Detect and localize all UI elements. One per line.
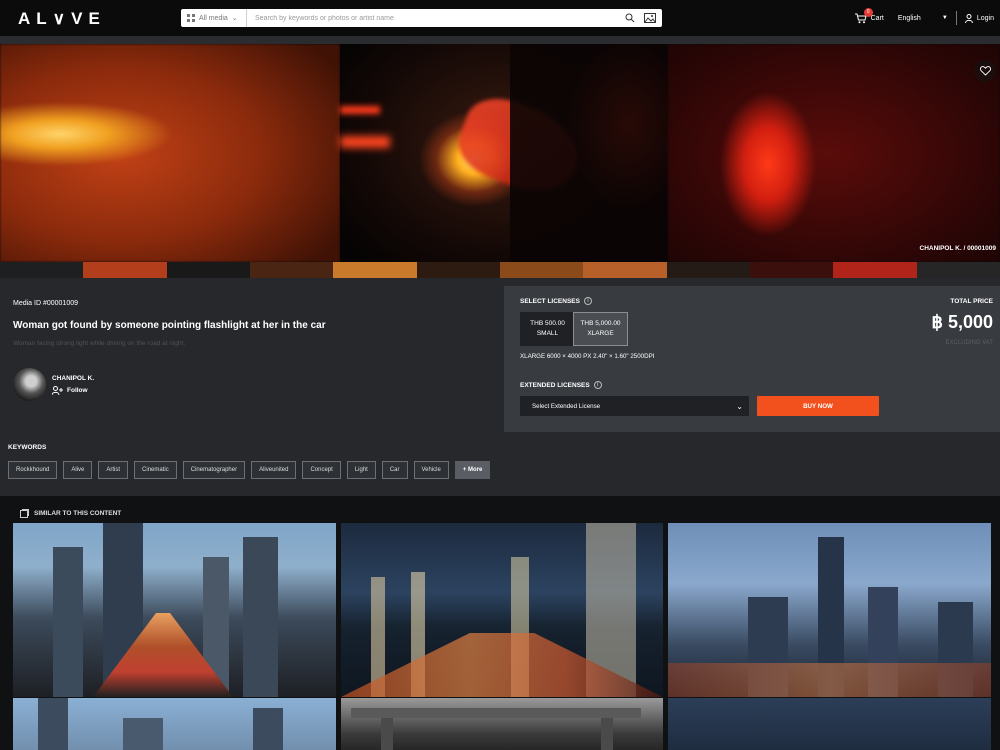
media-title: Woman got found by someone pointing flas… [13, 320, 326, 331]
image-credit: CHANIPOL K. / 00001009 [919, 245, 996, 252]
keyword-tag[interactable]: Light [346, 461, 376, 479]
keyword-tag[interactable]: Aliveunited [251, 461, 297, 479]
extended-license-select[interactable]: Select Extended License ⌄ [520, 396, 749, 416]
similar-thumbnail[interactable] [13, 698, 336, 750]
alive-logo[interactable]: AL∨VE [18, 9, 106, 29]
previous-image-preview[interactable] [0, 44, 340, 262]
search-input[interactable] [247, 9, 622, 27]
keyword-tag[interactable]: Concept [302, 461, 341, 479]
palette-swatch[interactable] [916, 262, 1000, 278]
keywords-heading: KEYWORDS [8, 444, 47, 451]
more-keywords-button[interactable]: + More [454, 461, 491, 479]
similar-title: SIMILAR TO THIS CONTENT [34, 510, 122, 517]
add-user-icon [52, 386, 63, 395]
palette-swatch[interactable] [333, 262, 417, 278]
cart-count-badge: 0 [863, 7, 873, 17]
media-type-dropdown[interactable]: All media ⌄ [181, 9, 247, 27]
similar-thumbnail[interactable] [668, 698, 991, 750]
keyword-list: Rockkhound Alive Artist Cinematic Cinematogr… [8, 461, 491, 479]
keyword-tag[interactable]: Vehicle [413, 461, 449, 479]
artist-avatar[interactable] [13, 368, 46, 401]
media-description: Woman facing strong light while driving … [13, 340, 186, 347]
search-bar: All media ⌄ [181, 9, 662, 27]
language-label: English [897, 14, 921, 22]
license-small-size: SMALL [536, 330, 559, 337]
extended-licenses-heading: EXTENDED LICENSES i [520, 381, 602, 389]
license-panel: SELECT LICENSES i THB 500.00 SMALL THB 5… [504, 286, 1000, 432]
total-price-label: TOTAL PRICE [950, 298, 993, 305]
similar-content-section: SIMILAR TO THIS CONTENT [0, 496, 1000, 750]
favorite-button[interactable] [974, 60, 996, 82]
similar-thumbnail[interactable] [341, 523, 663, 697]
user-icon [964, 13, 973, 23]
palette-swatch[interactable] [0, 262, 84, 278]
chevron-down-icon: ⌄ [736, 401, 743, 411]
extended-licenses-label: EXTENDED LICENSES [520, 381, 590, 389]
license-xlarge-size: XLARGE [587, 330, 614, 337]
heart-icon [979, 66, 991, 76]
main-image[interactable] [340, 44, 668, 262]
select-licenses-heading: SELECT LICENSES i [520, 297, 592, 305]
chevron-down-icon: ⌄ [231, 15, 238, 22]
buy-now-button[interactable]: BUY NOW [757, 396, 879, 416]
login-button[interactable]: Login [964, 13, 994, 23]
keyword-tag[interactable]: Alive [63, 461, 93, 479]
license-dimensions: XLARGE 6000 × 4000 PX 2.40" × 1.60" 2500… [520, 353, 655, 360]
palette-swatch[interactable] [583, 262, 667, 278]
info-icon[interactable]: i [593, 381, 602, 389]
next-image-preview[interactable] [668, 44, 1000, 262]
caret-down-icon: ▼ [941, 15, 948, 21]
palette-swatch[interactable] [833, 262, 917, 278]
license-option-small[interactable]: THB 500.00 SMALL [520, 312, 575, 346]
keyword-tag[interactable]: Cinematic [134, 461, 177, 479]
total-price: ฿ 5,000 [931, 312, 994, 332]
similar-heading: SIMILAR TO THIS CONTENT [20, 509, 121, 518]
color-palette [0, 262, 1000, 278]
palette-swatch[interactable] [666, 262, 750, 278]
language-dropdown[interactable]: English ▼ [898, 15, 948, 22]
search-icon[interactable] [622, 10, 638, 26]
keyword-tag[interactable]: Artist [98, 461, 129, 479]
similar-thumbnail[interactable] [13, 523, 336, 697]
palette-swatch[interactable] [499, 262, 584, 278]
select-licenses-label: SELECT LICENSES [520, 297, 580, 305]
palette-swatch[interactable] [749, 262, 834, 278]
similar-thumbnail[interactable] [668, 523, 991, 697]
similar-thumbnail[interactable] [341, 698, 663, 750]
keyword-tag[interactable]: Cinematographer [182, 461, 246, 479]
keyword-tag[interactable]: Rockkhound [8, 461, 58, 479]
hero-image-carousel: CHANIPOL K. / 00001009 [0, 44, 1000, 262]
license-option-xlarge[interactable]: THB 5,000.00 XLARGE [573, 312, 628, 346]
media-id: Media ID #00001009 [13, 300, 78, 307]
keyword-tag[interactable]: Car [381, 461, 408, 479]
gallery-icon [20, 509, 29, 518]
top-nav: AL∨VE All media ⌄ 0 Cart English ▼ Login [0, 0, 1000, 36]
palette-swatch[interactable] [83, 262, 167, 278]
vat-note: EXCLUDING VAT [945, 340, 993, 346]
palette-swatch[interactable] [249, 262, 334, 278]
gallery-strip [0, 36, 1000, 44]
grid-icon [187, 14, 195, 22]
media-info-section: Media ID #00001009 Woman got found by so… [0, 278, 1000, 496]
nav-divider [955, 11, 957, 25]
license-xlarge-price: THB 5,000.00 [580, 320, 621, 327]
license-small-price: THB 500.00 [530, 320, 565, 327]
extended-license-value: Select Extended License [532, 402, 601, 410]
login-label: Login [976, 14, 994, 22]
cart-button[interactable]: 0 Cart [854, 7, 884, 24]
palette-swatch[interactable] [416, 262, 500, 278]
cart-label: Cart [870, 14, 884, 22]
follow-label: Follow [67, 387, 88, 394]
media-type-label: All media [199, 14, 228, 22]
palette-swatch[interactable] [166, 262, 250, 278]
info-icon[interactable]: i [583, 297, 592, 305]
artist-name[interactable]: CHANIPOL K. [52, 375, 94, 382]
nav-actions: 0 Cart English ▼ Login [854, 7, 994, 27]
follow-button[interactable]: Follow [52, 386, 88, 395]
image-search-icon[interactable] [642, 10, 658, 26]
